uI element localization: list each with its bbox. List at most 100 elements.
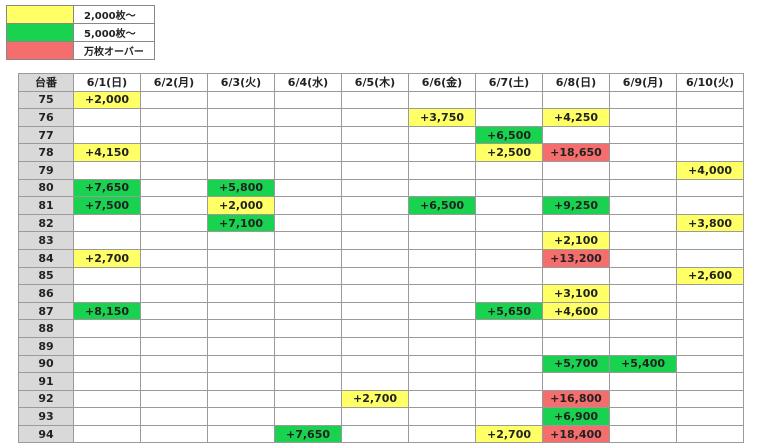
result-cell	[609, 125, 677, 145]
result-cell	[140, 248, 208, 268]
result-cell	[542, 178, 610, 198]
result-cell	[408, 301, 476, 321]
machine-number: 91	[18, 372, 74, 391]
result-cell	[274, 407, 342, 426]
machine-number: 92	[18, 389, 74, 409]
result-cell: +6,500	[475, 125, 543, 145]
machine-number: 82	[18, 213, 74, 233]
result-cell: +2,700	[341, 389, 409, 409]
result-cell	[475, 284, 543, 303]
result-cell: +5,800	[207, 178, 275, 198]
result-cell	[408, 336, 476, 356]
legend-row: 万枚オーバー	[6, 41, 155, 60]
result-cell	[542, 266, 610, 286]
result-cell	[609, 108, 677, 127]
result-cell: +5,700	[542, 354, 610, 374]
result-cell	[73, 319, 141, 338]
day-header: 6/4(水)	[274, 73, 342, 92]
result-cell	[73, 284, 141, 303]
machine-number: 75	[18, 90, 74, 110]
machine-number: 84	[18, 248, 74, 268]
table-row: 76 +3,750 +4,250	[18, 108, 744, 127]
result-cell	[408, 319, 476, 338]
result-cell	[408, 284, 476, 303]
result-cell	[207, 424, 275, 443]
table-row: 82 +7,100 +3,800	[18, 213, 744, 233]
machine-number: 88	[18, 319, 74, 338]
result-cell	[676, 284, 744, 303]
result-cell	[609, 196, 677, 215]
result-cell: +7,100	[207, 213, 275, 233]
result-cell	[609, 389, 677, 409]
result-cell	[73, 125, 141, 145]
result-cell	[676, 354, 744, 374]
result-cell	[475, 336, 543, 356]
result-cell	[341, 336, 409, 356]
result-cell	[207, 301, 275, 321]
result-cell	[408, 90, 476, 110]
machine-number: 89	[18, 336, 74, 356]
result-cell: +16,800	[542, 389, 610, 409]
result-cell	[207, 231, 275, 250]
result-cell	[73, 372, 141, 391]
table-row: 92 +2,700 +16,800	[18, 389, 744, 409]
result-cell	[207, 336, 275, 356]
table-row: 86 +3,100	[18, 284, 744, 303]
result-cell	[140, 336, 208, 356]
result-cell	[274, 248, 342, 268]
table-row: 91	[18, 372, 744, 391]
result-cell	[408, 160, 476, 180]
result-cell	[140, 231, 208, 250]
table-row: 89	[18, 336, 744, 356]
result-cell: +4,000	[676, 160, 744, 180]
result-cell	[73, 336, 141, 356]
result-cell	[408, 125, 476, 145]
day-header: 6/2(月)	[140, 73, 208, 92]
result-cell	[475, 90, 543, 110]
result-cell	[408, 372, 476, 391]
result-cell	[609, 284, 677, 303]
result-cell	[609, 90, 677, 110]
result-cell	[609, 248, 677, 268]
result-cell	[73, 213, 141, 233]
result-cell	[207, 354, 275, 374]
result-cell	[274, 284, 342, 303]
result-cell: +7,650	[73, 178, 141, 198]
result-cell	[676, 248, 744, 268]
result-cell: +8,150	[73, 301, 141, 321]
day-header: 6/10(火)	[676, 73, 744, 92]
result-cell	[73, 266, 141, 286]
result-cell	[475, 354, 543, 374]
result-cell	[341, 266, 409, 286]
table-row: 77 +6,500	[18, 125, 744, 145]
result-cell	[140, 389, 208, 409]
result-cell	[207, 407, 275, 426]
result-cell	[341, 160, 409, 180]
result-cell	[207, 90, 275, 110]
table-row: 88	[18, 319, 744, 338]
result-cell	[408, 143, 476, 162]
result-cell	[676, 301, 744, 321]
day-header: 6/8(日)	[542, 73, 610, 92]
result-cell	[274, 196, 342, 215]
result-cell: +4,250	[542, 108, 610, 127]
result-cell	[609, 424, 677, 443]
result-cell	[274, 108, 342, 127]
header-row: 台番 6/1(日) 6/2(月) 6/3(火) 6/4(水) 6/5(木) 6/6(金) 6…	[18, 73, 744, 92]
result-cell: +2,700	[475, 424, 543, 443]
result-cell	[542, 90, 610, 110]
legend-row: 5,000枚～	[6, 23, 155, 42]
table-body: 75 +2,000 76 +3,750 +4,250 77 +6,500 78 +4,150 +2…	[18, 90, 744, 443]
result-cell	[140, 407, 208, 426]
result-cell	[475, 160, 543, 180]
result-cell: +6,500	[408, 196, 476, 215]
result-cell	[676, 90, 744, 110]
result-cell	[140, 178, 208, 198]
result-cell	[207, 125, 275, 145]
result-cell	[609, 143, 677, 162]
machine-number: 87	[18, 301, 74, 321]
result-cell	[140, 213, 208, 233]
result-cell	[676, 372, 744, 391]
result-cell	[207, 319, 275, 338]
machine-number: 90	[18, 354, 74, 374]
